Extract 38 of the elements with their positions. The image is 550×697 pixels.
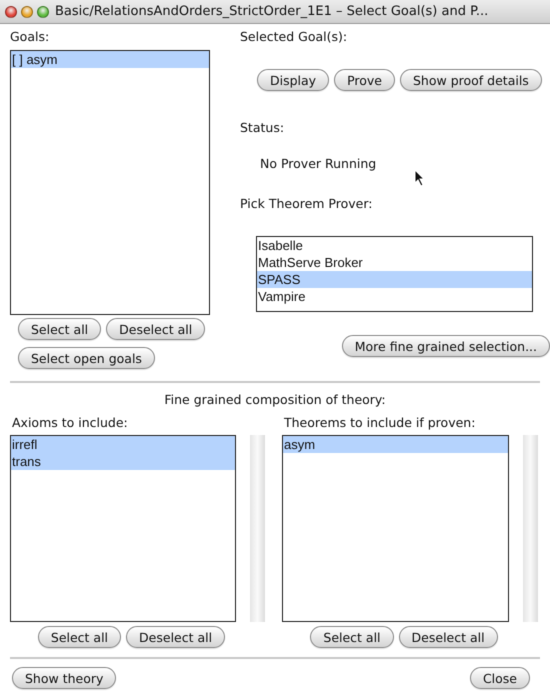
list-item[interactable]: [ ] asym (11, 51, 209, 68)
prover-label: Pick Theorem Prover: (240, 196, 372, 211)
selected-goals-label: Selected Goal(s): (240, 28, 348, 46)
list-box[interactable]: asym (282, 435, 509, 622)
list-item[interactable]: asym (283, 436, 508, 453)
list-item[interactable]: MathServe Broker (257, 254, 532, 271)
list-item[interactable]: SPASS (257, 271, 532, 288)
deselect-all-button[interactable]: Deselect all (126, 626, 226, 648)
list-item[interactable]: Isabelle (257, 237, 532, 254)
cursor-icon (414, 169, 426, 187)
show-theory-button[interactable]: Show theory (12, 667, 116, 689)
proof-details-button[interactable]: Show proof details (400, 69, 542, 91)
deselect-all-button[interactable]: Deselect all (398, 626, 498, 648)
list-item[interactable]: trans (11, 453, 235, 470)
select-all-button[interactable]: Select all (310, 626, 394, 648)
list-item[interactable]: irrefl (11, 436, 235, 453)
zoom-window-icon[interactable] (37, 6, 49, 18)
close-button[interactable]: Close (470, 667, 530, 689)
window-title: Basic/RelationsAndOrders_StrictOrder_1E1 – Select Goal(s) and P... (55, 4, 488, 19)
composition-heading: Fine grained composition of theory: (164, 392, 386, 407)
status-label: Status: (240, 120, 284, 135)
goals-label: Goals: (10, 28, 50, 46)
theorems-label: Theorems to include if proven: (284, 415, 476, 430)
status-text: No Prover Running (260, 156, 376, 171)
list-box[interactable]: Isabelle MathServe Broker SPASS Vampire (256, 236, 533, 312)
axioms-label: Axioms to include: (12, 415, 128, 430)
select-open-goals-button[interactable]: Select open goals (18, 347, 155, 369)
list-box[interactable]: irrefl trans (10, 435, 236, 622)
select-all-button[interactable]: Select all (38, 626, 122, 648)
fine-selection-button[interactable]: More fine grained selection... (342, 335, 550, 357)
prove-button[interactable]: Prove (334, 69, 395, 91)
deselect-all-button[interactable]: Deselect all (106, 318, 206, 340)
minimize-window-icon[interactable] (21, 6, 33, 18)
select-all-button[interactable]: Select all (18, 318, 102, 340)
list-item[interactable]: Vampire (257, 288, 532, 305)
list-box[interactable]: [ ] asym (10, 50, 210, 315)
close-window-icon[interactable] (5, 6, 17, 18)
display-button[interactable]: Display (257, 69, 330, 91)
